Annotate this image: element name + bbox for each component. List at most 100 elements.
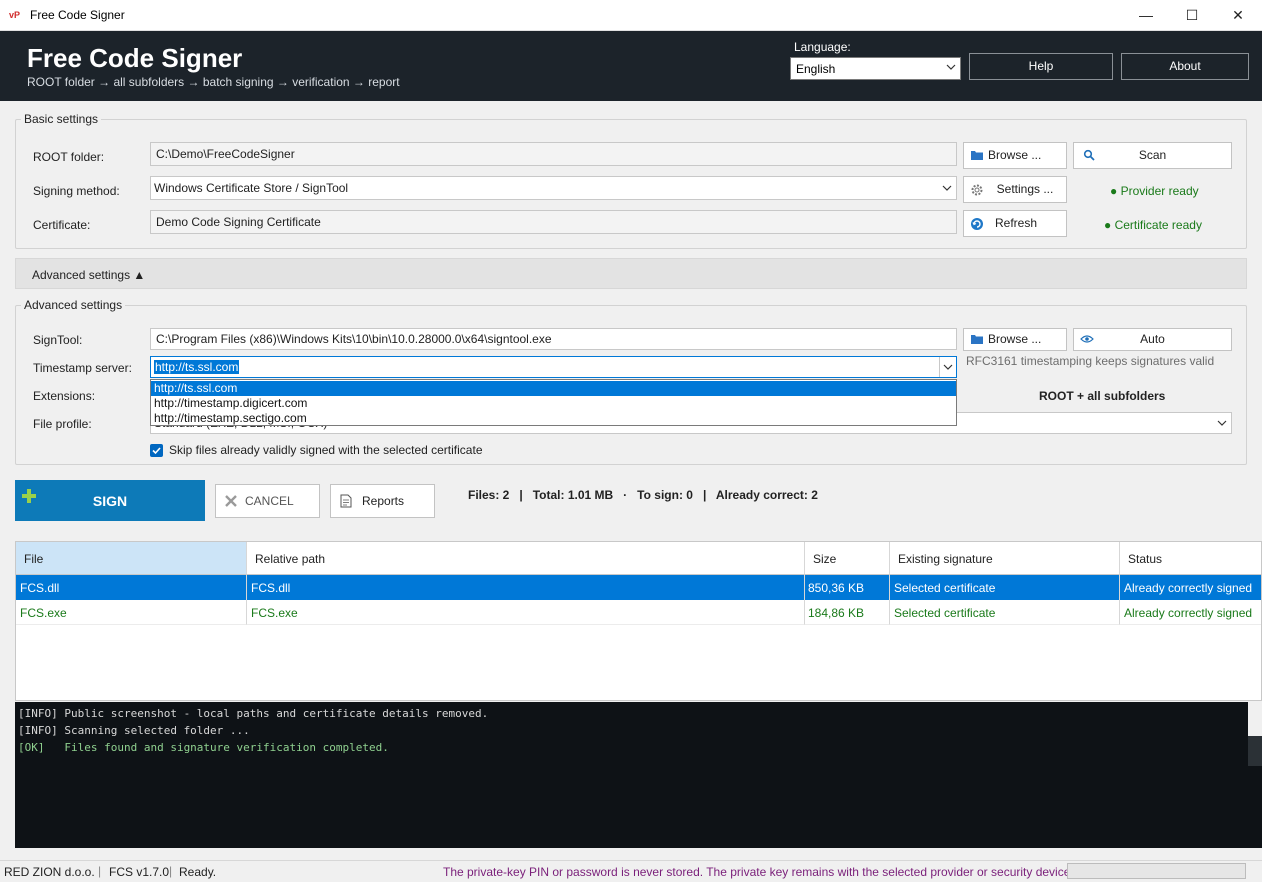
scan-label: Scan xyxy=(1138,148,1167,162)
document-icon xyxy=(339,485,353,520)
maximize-button[interactable]: ☐ xyxy=(1169,0,1215,31)
summary-stats: Files: 2 | Total: 1.01 MB · To sign: 0 |… xyxy=(468,488,818,502)
cancel-button[interactable]: CANCEL xyxy=(215,484,320,518)
timestamp-server-combo[interactable]: http://ts.ssl.com xyxy=(150,356,957,378)
folder-icon xyxy=(970,143,984,170)
timestamp-option[interactable]: http://ts.ssl.com xyxy=(151,381,956,396)
company-name: RED ZION d.o.o. xyxy=(4,865,95,879)
cell-size: 850,36 KB xyxy=(805,575,890,600)
help-button[interactable]: Help xyxy=(969,53,1113,80)
cell-signature: Selected certificate xyxy=(890,575,1120,600)
progress-bar xyxy=(1067,863,1246,879)
browse-root-label: Browse ... xyxy=(988,148,1042,162)
scan-button[interactable]: Scan xyxy=(1073,142,1232,169)
certificate-field: Demo Code Signing Certificate xyxy=(150,210,957,234)
app-subtitle: ROOT folder → all subfolders → batch sig… xyxy=(27,75,400,89)
cell-file: FCS.dll xyxy=(16,575,247,600)
column-header-status[interactable]: Status xyxy=(1120,542,1261,575)
language-select[interactable]: English xyxy=(790,57,961,80)
cell-path: FCS.exe xyxy=(247,600,805,625)
cell-signature: Selected certificate xyxy=(890,600,1120,625)
refresh-icon xyxy=(970,211,984,240)
browse-signtool-button[interactable]: Browse ... xyxy=(963,328,1067,351)
chevron-down-icon xyxy=(946,61,956,73)
cell-path: FCS.dll xyxy=(247,575,805,600)
signing-method-label: Signing method: xyxy=(33,184,120,198)
settings-button[interactable]: Settings ... xyxy=(963,176,1067,203)
settings-label: Settings ... xyxy=(996,182,1054,196)
provider-status: ● Provider ready xyxy=(1110,184,1199,198)
column-header-existing-signature[interactable]: Existing signature xyxy=(890,542,1120,575)
advanced-settings-title: Advanced settings xyxy=(21,298,126,312)
status-bar: RED ZION d.o.o. | FCS v1.7.0 | Ready. Th… xyxy=(0,860,1262,882)
scope-label: ROOT + all subfolders xyxy=(1039,389,1166,403)
language-value: English xyxy=(796,62,836,76)
timestamp-server-value: http://ts.ssl.com xyxy=(154,360,240,374)
app-title: Free Code Signer xyxy=(27,43,243,73)
folder-icon xyxy=(970,329,984,352)
status-separator: | xyxy=(169,864,173,878)
gear-icon xyxy=(970,177,984,206)
log-scrollbar-thumb[interactable] xyxy=(1248,736,1262,766)
cell-size: 184,86 KB xyxy=(805,600,890,625)
log-line: [OK] Files found and signature verificat… xyxy=(18,741,389,754)
app-header: Free Code Signer ROOT folder → all subfo… xyxy=(0,31,1262,101)
certificate-status: ● Certificate ready xyxy=(1104,218,1202,232)
basic-settings-title: Basic settings xyxy=(21,112,102,126)
table-row[interactable]: FCS.dll FCS.dll 850,36 KB Selected certi… xyxy=(16,575,1261,600)
root-folder-input[interactable]: C:\Demo\FreeCodeSigner xyxy=(150,142,957,166)
log-line: [INFO] Scanning selected folder ... xyxy=(18,724,250,737)
chevron-down-icon xyxy=(942,182,952,194)
log-console[interactable]: [INFO] Public screenshot - local paths a… xyxy=(15,702,1248,848)
status-text: Ready. xyxy=(179,865,217,879)
browse-root-button[interactable]: Browse ... xyxy=(963,142,1067,169)
minimize-button[interactable]: — xyxy=(1123,0,1169,31)
timestamp-server-label: Timestamp server: xyxy=(33,361,132,375)
reports-label: Reports xyxy=(362,494,405,508)
skip-signed-checkbox[interactable] xyxy=(150,444,163,457)
app-version: FCS v1.7.0 xyxy=(109,865,170,879)
signing-method-select[interactable]: Windows Certificate Store / SignTool xyxy=(150,176,957,200)
reports-button[interactable]: Reports xyxy=(330,484,435,518)
advanced-settings-toggle[interactable]: Advanced settings ▲ xyxy=(15,258,1247,289)
timestamp-server-dropdown: http://ts.ssl.com http://timestamp.digic… xyxy=(150,379,957,426)
skip-signed-label: Skip files already validly signed with t… xyxy=(169,443,483,457)
refresh-label: Refresh xyxy=(995,216,1038,230)
cell-status: Already correctly signed xyxy=(1124,581,1253,595)
window-title: Free Code Signer xyxy=(30,8,125,22)
certificate-label: Certificate: xyxy=(33,218,91,232)
auto-label: Auto xyxy=(1140,332,1165,346)
sign-label: SIGN xyxy=(92,493,128,509)
close-button[interactable]: ✕ xyxy=(1215,0,1261,31)
cancel-label: CANCEL xyxy=(245,494,294,508)
chevron-down-icon xyxy=(1217,417,1227,429)
column-header-file[interactable]: File xyxy=(16,542,247,575)
close-icon xyxy=(224,485,238,520)
table-row[interactable]: FCS.exe FCS.exe 184,86 KB Selected certi… xyxy=(16,600,1261,625)
signtool-label: SignTool: xyxy=(33,333,83,347)
browse-signtool-label: Browse ... xyxy=(988,332,1042,346)
auto-button[interactable]: Auto xyxy=(1073,328,1232,351)
log-line: [INFO] Public screenshot - local paths a… xyxy=(18,707,489,720)
root-folder-label: ROOT folder: xyxy=(33,150,105,164)
sign-button[interactable]: SIGN xyxy=(15,480,205,521)
signing-method-value: Windows Certificate Store / SignTool xyxy=(154,181,349,195)
status-separator: | xyxy=(98,864,102,878)
files-table: File Relative path Size Existing signatu… xyxy=(15,541,1262,701)
title-bar: vP Free Code Signer — ☐ ✕ xyxy=(0,0,1262,31)
security-notice: The private-key PIN or password is never… xyxy=(443,865,1074,879)
refresh-button[interactable]: Refresh xyxy=(963,210,1067,237)
cell-file: FCS.exe xyxy=(16,600,247,625)
column-header-size[interactable]: Size xyxy=(805,542,890,575)
column-header-relative-path[interactable]: Relative path xyxy=(247,542,805,575)
language-label: Language: xyxy=(794,40,851,54)
extensions-label: Extensions: xyxy=(33,389,96,403)
timestamp-option[interactable]: http://timestamp.sectigo.com xyxy=(151,411,956,426)
timestamp-dropdown-button[interactable] xyxy=(939,357,956,377)
app-icon: vP xyxy=(9,10,21,20)
about-button[interactable]: About xyxy=(1121,53,1249,80)
signtool-path-input[interactable]: C:\Program Files (x86)\Windows Kits\10\b… xyxy=(150,328,957,350)
file-profile-label: File profile: xyxy=(33,417,92,431)
timestamp-option[interactable]: http://timestamp.digicert.com xyxy=(151,396,956,411)
advanced-toggle-label: Advanced settings ▲ xyxy=(32,268,146,282)
